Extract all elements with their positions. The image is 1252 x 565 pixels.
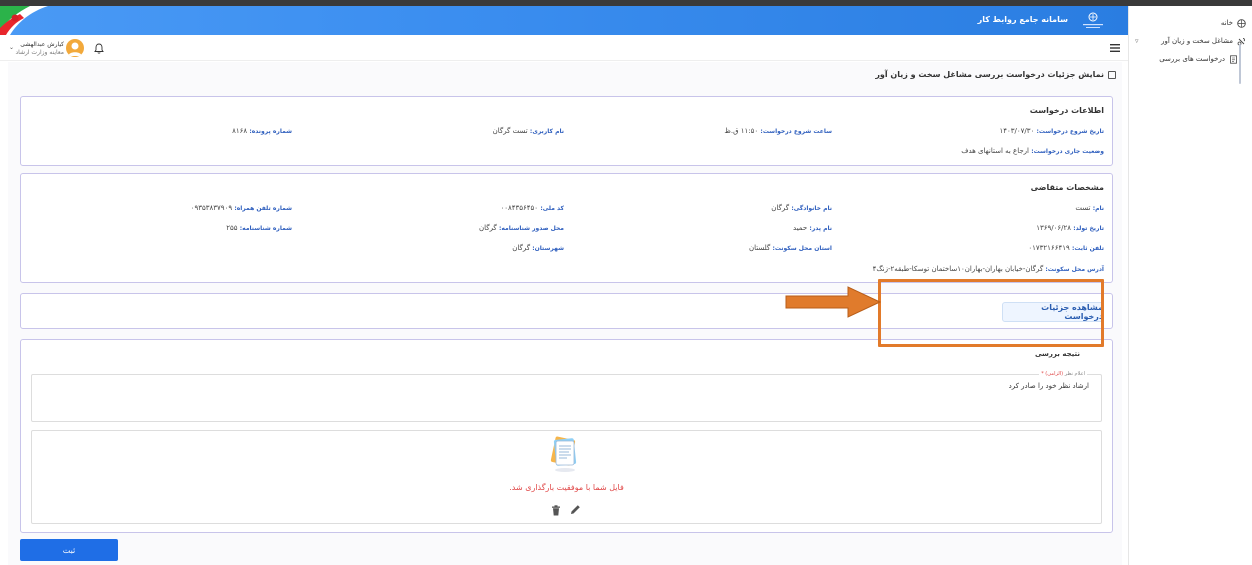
user-role: معاینه وزارت ارشاد (15, 49, 64, 56)
sidebar-item-label: مشاغل سخت و زیان آور (1161, 37, 1233, 45)
sidebar-item-label: درخواست های بررسی (1159, 55, 1225, 63)
field-city: شهرستان: گرگان (512, 244, 564, 252)
annotation-highlight-box (878, 279, 1104, 347)
app-header: سامانه جامع روابط کار (0, 6, 1128, 35)
submit-button[interactable]: ثبت (20, 539, 118, 561)
field-request-start-date: تاریخ شروع درخواست: ۱۴۰۳/۰۷/۳۰ (999, 127, 1104, 135)
field-mobile: شماره تلفن همراه: ۰۹۳۵۳۸۳۷۹۰۹ (190, 204, 292, 212)
avatar[interactable] (66, 39, 84, 57)
emblem-icon (1083, 12, 1103, 28)
field-username: نام کاربری: تست گرگان (492, 127, 564, 135)
request-info-card: اطلاعات درخواست تاریخ شروع درخواست: ۱۴۰۳… (20, 96, 1113, 166)
review-card: نتیجه بررسی اعلام نظر (الزامی) * ارشاد ن… (20, 339, 1113, 533)
sidebar: خانه مشاغل سخت و زیان آور ▿ درخواست های … (1128, 6, 1252, 565)
page-title: نمایش جزئیات درخواست بررسی مشاغل سخت و ز… (875, 70, 1116, 79)
field-father-name: نام پدر: حمید (793, 224, 832, 232)
review-result-title: نتیجه بررسی (1034, 350, 1080, 358)
user-name: کیارش عبدالهشی (20, 41, 64, 48)
field-national-code: کد ملی: ۰۰۸۴۳۵۶۴۵۰ (500, 204, 564, 212)
field-id-issue-place: محل صدور شناسنامه: گرگان (478, 224, 564, 232)
chevron-down-icon[interactable]: ⌄ (9, 44, 14, 51)
field-address: آدرس محل سکونت: گرگان-خیابان بهاران-بهار… (872, 265, 1104, 273)
trash-icon[interactable] (551, 505, 561, 516)
field-birth-date: تاریخ تولد: ۱۳۶۹/۰۶/۲۸ (1036, 224, 1104, 232)
checkbox-icon (1108, 70, 1116, 79)
annotation-arrow-icon (785, 286, 882, 318)
field-province: استان محل سکونت: گلستان (748, 244, 832, 252)
grid-icon (1237, 18, 1246, 28)
chevron-down-icon[interactable]: ▿ (1135, 37, 1139, 45)
review-opinion-label: اعلام نظر (الزامی) * (1039, 371, 1087, 377)
user-info[interactable]: کیارش عبدالهشی معاینه وزارت ارشاد (14, 41, 64, 57)
review-opinion-textarea[interactable]: اعلام نظر (الزامی) * ارشاد نظر خود را صا… (31, 371, 1102, 422)
sidebar-item-hard-jobs[interactable]: مشاغل سخت و زیان آور ▿ (1129, 32, 1252, 50)
field-landline: تلفن ثابت: ۰۱۷۳۲۱۶۶۴۱۹ (1028, 244, 1104, 252)
applicant-card: مشخصات متقاضی نام: تست نام خانوادگی: گرگ… (20, 173, 1113, 283)
toolbar: کیارش عبدالهشی معاینه وزارت ارشاد ⌄ (0, 35, 1128, 61)
uploaded-document-icon (550, 436, 577, 472)
sidebar-item-home[interactable]: خانه (1129, 14, 1252, 32)
app-title: سامانه جامع روابط کار (977, 15, 1068, 24)
field-request-start-time: ساعت شروع درخواست: ۱۱:۵۰ ق.ظ (724, 127, 832, 135)
flag-logo (0, 6, 48, 35)
field-file-number: شماره پرونده: ۸۱۶۸ (232, 127, 292, 135)
request-info-title: اطلاعات درخواست (1029, 106, 1104, 115)
field-last-name: نام خانوادگی: گرگان (771, 204, 832, 212)
review-opinion-value: ارشاد نظر خود را صادر کرد (1008, 382, 1089, 390)
sidebar-item-review-requests[interactable]: درخواست های بررسی (1129, 50, 1252, 68)
sidebar-item-label: خانه (1220, 19, 1233, 27)
upload-success-message: فایل شما با موفقیت بارگذاری شد. (509, 483, 624, 492)
hamburger-menu-icon[interactable] (1110, 43, 1120, 53)
bell-icon[interactable] (94, 43, 104, 54)
field-id-number: شماره شناسنامه: ۲۵۵ (226, 224, 292, 232)
document-icon (1229, 54, 1238, 64)
sidebar-scrollbar[interactable] (1239, 44, 1241, 84)
upload-area[interactable]: فایل شما با موفقیت بارگذاری شد. (31, 430, 1102, 524)
field-request-status: وضعیت جاری درخواست: ارجاع به استانهای هد… (961, 147, 1104, 155)
applicant-title: مشخصات متقاضی (1030, 183, 1104, 192)
field-first-name: نام: تست (1075, 204, 1104, 212)
pencil-icon[interactable] (570, 504, 581, 515)
